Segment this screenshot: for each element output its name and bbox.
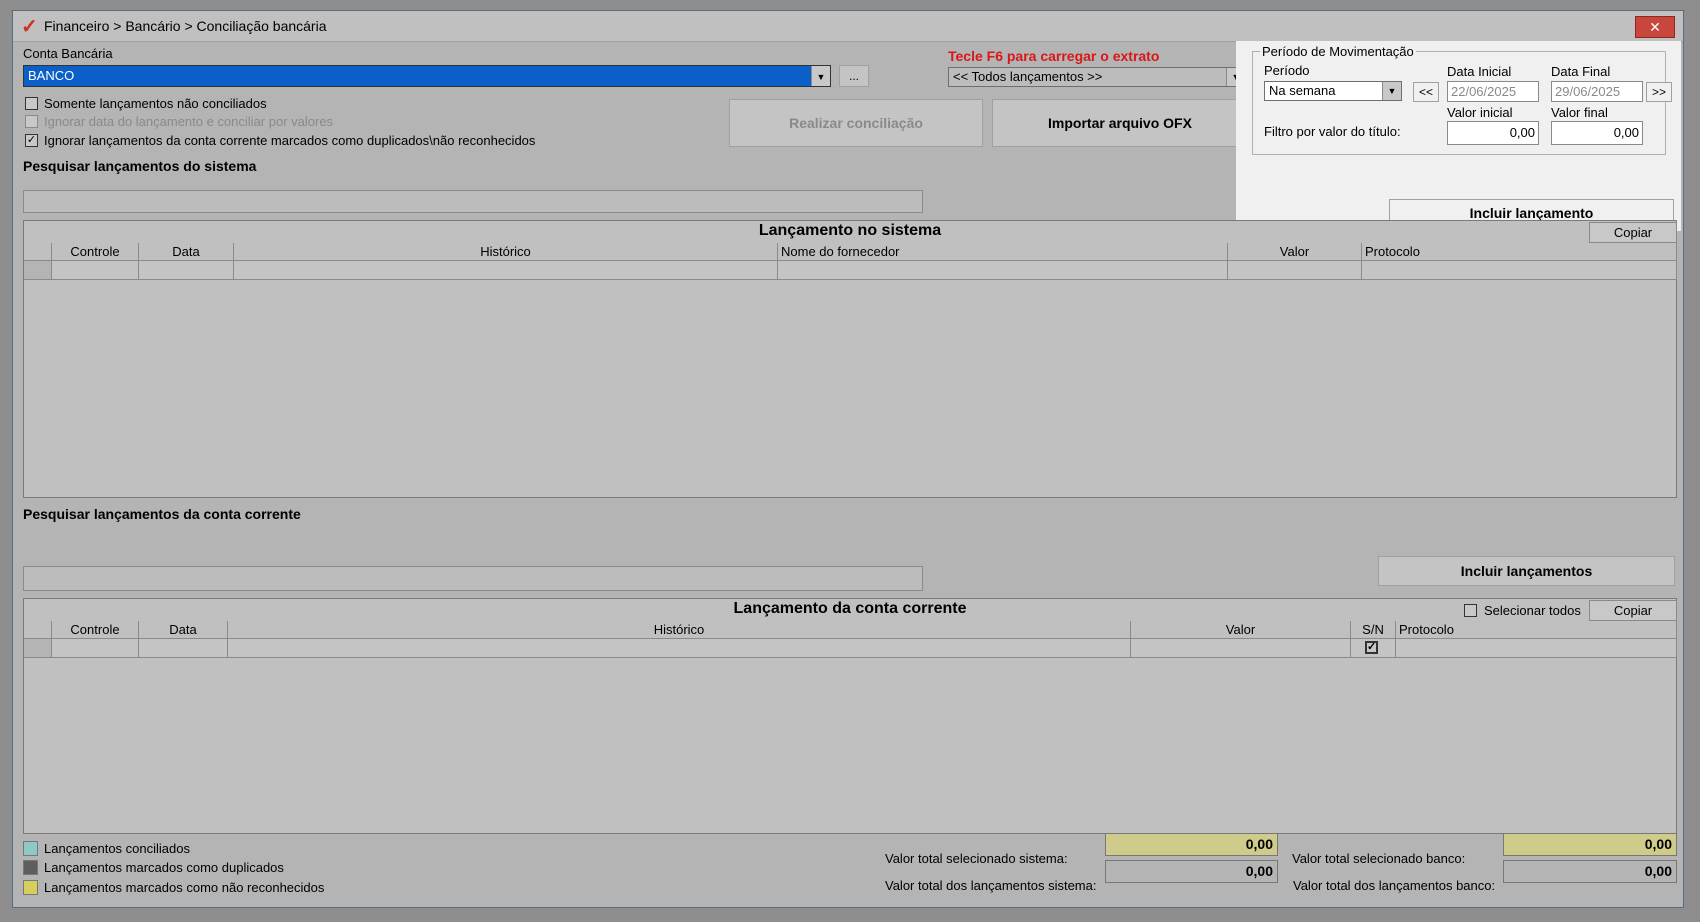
prev-period-button[interactable]: << — [1413, 82, 1439, 102]
account-select[interactable]: BANCO ▼ — [23, 65, 831, 87]
table-cell[interactable] — [778, 261, 1228, 280]
start-date-input[interactable]: 22/06/2025 — [1447, 81, 1539, 102]
table-cell[interactable] — [1396, 639, 1677, 658]
account-browse-button[interactable]: ... — [839, 65, 869, 87]
ignore-date-checkbox[interactable] — [25, 115, 38, 128]
chevron-down-icon[interactable]: ▼ — [1382, 82, 1401, 100]
title-bar: ✓ Financeiro > Bancário > Conciliação ba… — [13, 11, 1683, 42]
ignore-duplicates-label: Ignorar lançamentos da conta corrente ma… — [44, 133, 536, 148]
table-cell[interactable] — [1131, 639, 1351, 658]
col-fornecedor[interactable]: Nome do fornecedor — [778, 243, 1228, 261]
col-data[interactable]: Data — [139, 621, 228, 639]
entries-filter-value: << Todos lançamentos >> — [953, 69, 1103, 84]
end-date-label: Data Final — [1551, 64, 1611, 79]
total-system-label: Valor total dos lançamentos sistema: — [885, 878, 1097, 893]
total-bank-value: 0,00 — [1503, 860, 1677, 883]
ignore-duplicates-checkbox[interactable]: ✓ — [25, 134, 38, 147]
row-indicator[interactable] — [24, 639, 52, 658]
col-controle[interactable]: Controle — [52, 243, 139, 261]
period-value: Na semana — [1269, 83, 1336, 98]
total-selected-system-value: 0,00 — [1105, 833, 1278, 856]
legend-swatch-unrecognized — [23, 880, 38, 895]
table-cell[interactable] — [228, 639, 1131, 658]
col-historico[interactable]: Histórico — [234, 243, 778, 261]
f6-hint: Tecle F6 para carregar o extrato — [948, 48, 1160, 64]
next-period-button[interactable]: >> — [1646, 82, 1672, 102]
col-controle[interactable]: Controle — [52, 621, 139, 639]
select-all-label: Selecionar todos — [1484, 603, 1581, 618]
total-selected-bank-value: 0,00 — [1503, 833, 1677, 856]
account-copy-button[interactable]: Copiar — [1589, 600, 1677, 621]
system-grid-title: Lançamento no sistema — [758, 222, 942, 239]
table-cell[interactable] — [52, 639, 139, 658]
period-panel: Período de Movimentação Período Na seman… — [1236, 41, 1681, 231]
table-cell[interactable] — [1362, 261, 1677, 280]
row-indicator-header — [24, 243, 52, 261]
legend-reconciled-label: Lançamentos conciliados — [44, 841, 190, 856]
system-grid: Lançamento no sistema Copiar Controle Da… — [23, 220, 1677, 498]
only-unreconciled-label: Somente lançamentos não conciliados — [44, 96, 267, 111]
system-copy-button[interactable]: Copiar — [1589, 222, 1677, 243]
value-filter-label: Filtro por valor do título: — [1264, 124, 1401, 139]
period-select[interactable]: Na semana ▼ — [1264, 81, 1402, 101]
sn-checkbox[interactable]: ✓ — [1365, 641, 1378, 654]
system-search-input[interactable] — [23, 190, 923, 213]
start-date-label: Data Inicial — [1447, 64, 1512, 79]
table-cell[interactable] — [139, 639, 228, 658]
min-value-label: Valor inicial — [1447, 105, 1513, 120]
account-search-label: Pesquisar lançamentos da conta corrente — [23, 506, 301, 522]
table-cell[interactable] — [139, 261, 234, 280]
account-label: Conta Bancária — [23, 46, 113, 61]
row-indicator[interactable] — [24, 261, 52, 280]
legend-swatch-duplicated — [23, 860, 38, 875]
system-search-label: Pesquisar lançamentos do sistema — [23, 158, 257, 174]
select-all-checkbox[interactable] — [1464, 604, 1477, 617]
col-valor[interactable]: Valor — [1228, 243, 1362, 261]
col-protocolo[interactable]: Protocolo — [1362, 243, 1677, 261]
col-sn[interactable]: S/N — [1351, 621, 1396, 639]
end-date-input[interactable]: 29/06/2025 — [1551, 81, 1643, 102]
reconcile-button[interactable]: Realizar conciliação — [729, 99, 983, 147]
table-cell[interactable] — [234, 261, 778, 280]
max-value-label: Valor final — [1551, 105, 1608, 120]
total-bank-label: Valor total dos lançamentos banco: — [1293, 878, 1496, 893]
col-historico[interactable]: Histórico — [228, 621, 1131, 639]
account-grid: Lançamento da conta corrente Selecionar … — [23, 598, 1677, 834]
max-value-input[interactable]: 0,00 — [1551, 121, 1643, 145]
table-cell[interactable] — [52, 261, 139, 280]
import-ofx-button[interactable]: Importar arquivo OFX — [992, 99, 1248, 147]
row-indicator-header — [24, 621, 52, 639]
total-selected-system-label: Valor total selecionado sistema: — [885, 851, 1068, 866]
col-protocolo[interactable]: Protocolo — [1396, 621, 1677, 639]
close-button[interactable]: ✕ — [1635, 16, 1675, 38]
chevron-down-icon[interactable]: ▼ — [811, 66, 830, 86]
total-system-value: 0,00 — [1105, 860, 1278, 883]
ignore-date-label: Ignorar data do lançamento e conciliar p… — [44, 114, 334, 129]
table-cell[interactable] — [1228, 261, 1362, 280]
add-entries-button[interactable]: Incluir lançamentos — [1378, 556, 1675, 586]
legend-unrecognized-label: Lançamentos marcados como não reconhecid… — [44, 880, 325, 895]
min-value-input[interactable]: 0,00 — [1447, 121, 1539, 145]
account-search-input[interactable] — [23, 566, 923, 591]
period-label: Período — [1264, 63, 1310, 78]
total-selected-bank-label: Valor total selecionado banco: — [1292, 851, 1466, 866]
main-window: ✓ Financeiro > Bancário > Conciliação ba… — [12, 10, 1684, 908]
entries-filter-select[interactable]: << Todos lançamentos >> ▼ — [948, 67, 1246, 87]
legend-swatch-reconciled — [23, 841, 38, 856]
period-group-label: Período de Movimentação — [1260, 44, 1416, 59]
account-value: BANCO — [28, 68, 75, 83]
only-unreconciled-checkbox[interactable] — [25, 97, 38, 110]
app-check-icon: ✓ — [21, 16, 38, 38]
window-title: Financeiro > Bancário > Conciliação banc… — [44, 18, 327, 34]
col-valor[interactable]: Valor — [1131, 621, 1351, 639]
account-grid-title: Lançamento da conta corrente — [733, 600, 967, 617]
legend-duplicated-label: Lançamentos marcados como duplicados — [44, 860, 284, 875]
col-data[interactable]: Data — [139, 243, 234, 261]
table-cell[interactable]: ✓ — [1351, 639, 1396, 658]
